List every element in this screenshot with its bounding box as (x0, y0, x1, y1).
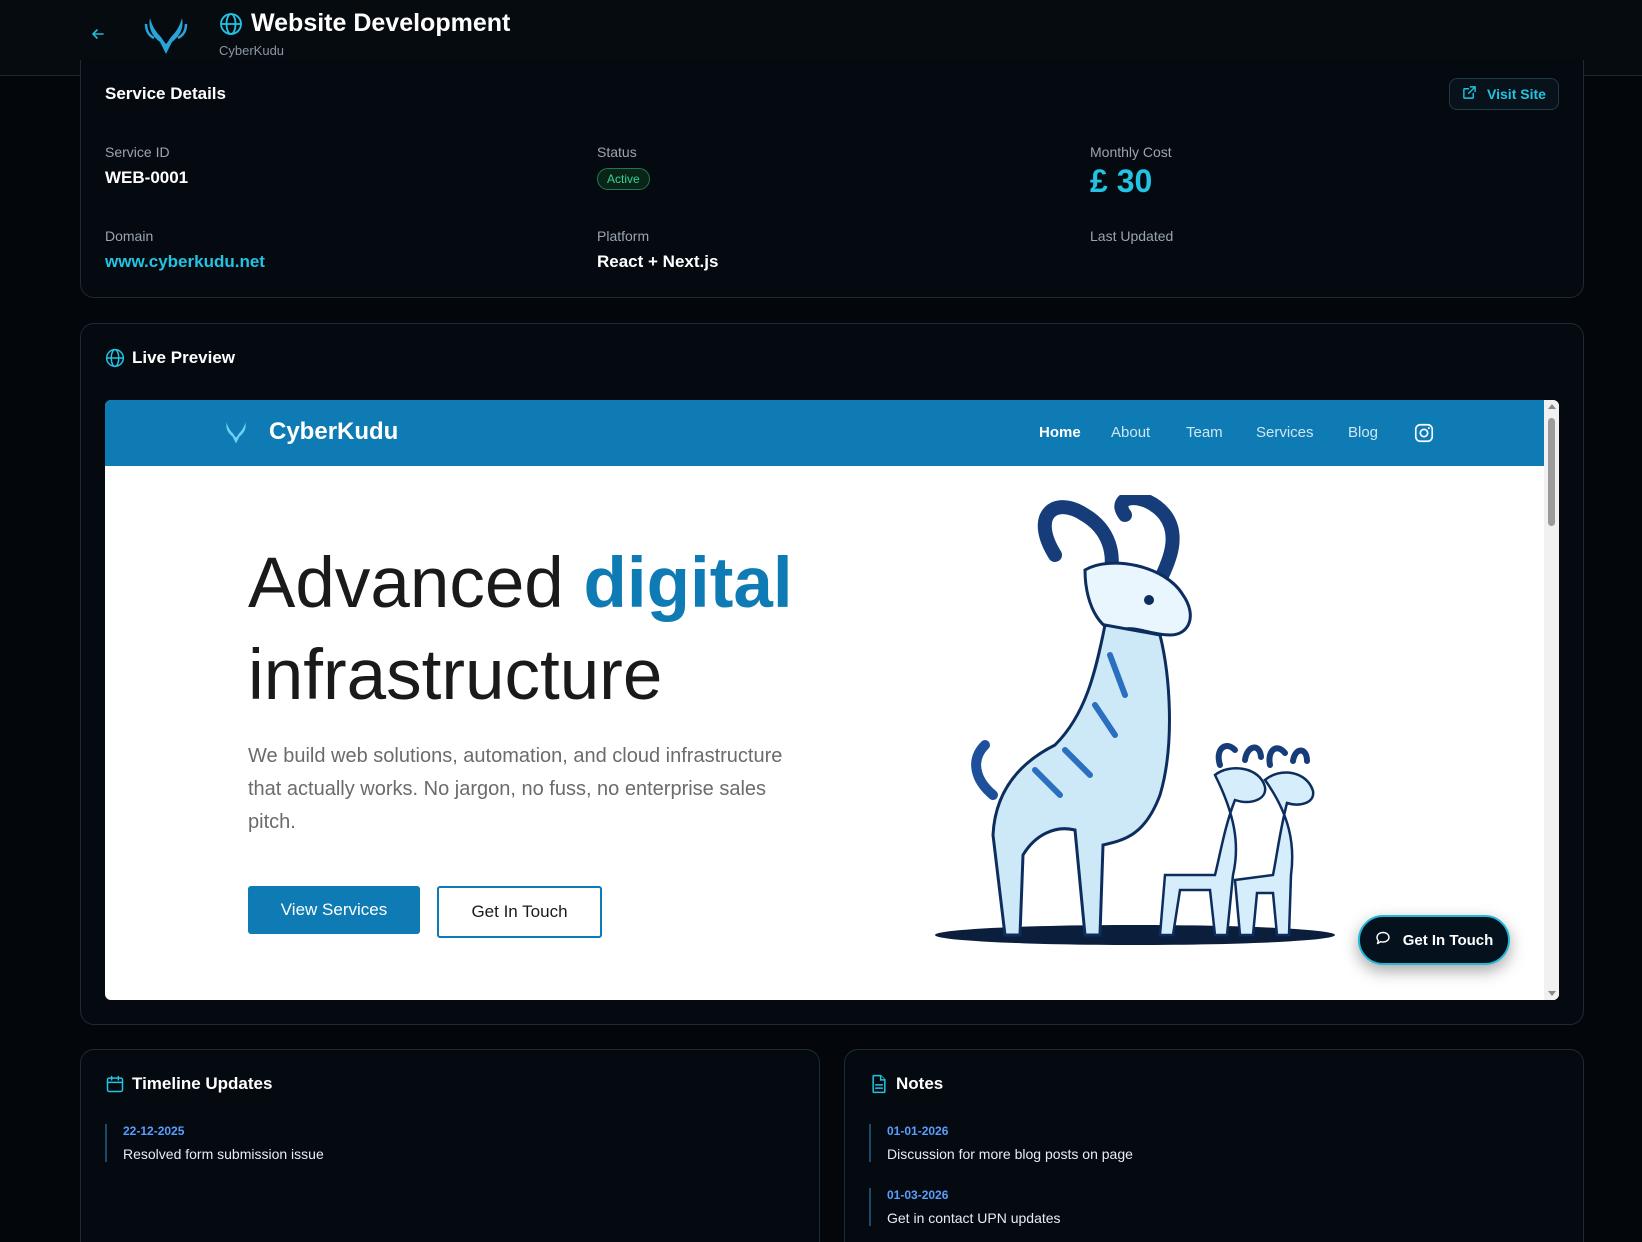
timeline-updates-title: Timeline Updates (132, 1074, 273, 1093)
service-id-value: WEB-0001 (105, 168, 189, 187)
chat-bubble-icon (1375, 930, 1391, 950)
note-entry: 01-03-2026 Get in contact UPN updates (869, 1188, 1061, 1226)
hero-title-accent: digital (583, 544, 793, 623)
hero-description: We build web solutions, automation, and … (248, 745, 783, 833)
visit-site-button[interactable]: Visit Site (1449, 78, 1559, 110)
note-entry-text: Get in contact UPN updates (887, 1210, 1061, 1226)
timeline-entry-text: Resolved form submission issue (123, 1146, 324, 1162)
service-details-title: Service Details (105, 84, 226, 103)
external-link-icon (1462, 85, 1477, 103)
note-entry-date: 01-03-2026 (887, 1188, 949, 1202)
page-title: Website Development (251, 9, 511, 37)
get-in-touch-button[interactable]: Get In Touch (437, 886, 602, 938)
visit-site-label: Visit Site (1487, 86, 1546, 102)
calendar-icon (105, 1074, 125, 1094)
floating-get-in-touch-label: Get In Touch (1402, 931, 1494, 949)
last-updated-label: Last Updated (1090, 228, 1174, 244)
scroll-up-arrow-icon[interactable] (1548, 404, 1556, 409)
website-preview-frame[interactable]: CyberKudu Home About Team Services Blog … (105, 400, 1559, 1000)
service-id-label: Service ID (105, 144, 170, 160)
kudu-illustration-icon (935, 491, 1355, 955)
preview-scrollbar[interactable] (1544, 400, 1559, 1000)
site-nav-team[interactable]: Team (1186, 424, 1223, 441)
site-nav-about[interactable]: About (1111, 424, 1150, 441)
live-preview-title: Live Preview (132, 348, 236, 367)
monthly-cost-label: Monthly Cost (1090, 144, 1172, 160)
site-nav-services[interactable]: Services (1256, 424, 1314, 441)
floating-get-in-touch-button[interactable]: Get In Touch (1358, 915, 1510, 965)
hero-title-end: infrastructure (248, 636, 663, 715)
timeline-entry: 22-12-2025 Resolved form submission issu… (105, 1124, 324, 1162)
site-nav-blog[interactable]: Blog (1348, 424, 1378, 441)
document-icon (869, 1074, 889, 1094)
status-badge: Active (597, 168, 650, 190)
hero-title-plain: Advanced (248, 544, 584, 623)
note-entry-text: Discussion for more blog posts on page (887, 1146, 1133, 1162)
note-entry: 01-01-2026 Discussion for more blog post… (869, 1124, 1133, 1162)
platform-value: React + Next.js (597, 252, 719, 271)
site-nav-home[interactable]: Home (1039, 424, 1081, 441)
instagram-icon[interactable] (1413, 422, 1435, 444)
kudu-logo-icon (142, 14, 190, 58)
view-services-button[interactable]: View Services (248, 886, 420, 934)
globe-icon (219, 12, 243, 36)
note-entry-date: 01-01-2026 (887, 1124, 949, 1138)
back-arrow-icon[interactable] (88, 24, 108, 44)
kudu-logo-icon (222, 420, 250, 446)
timeline-entry-date: 22-12-2025 (123, 1124, 185, 1138)
globe-icon (105, 348, 125, 368)
platform-label: Platform (597, 228, 650, 244)
scroll-down-arrow-icon[interactable] (1548, 991, 1556, 996)
page-subtitle: CyberKudu (219, 43, 285, 58)
site-navbar: CyberKudu Home About Team Services Blog (105, 400, 1544, 466)
status-label: Status (597, 144, 637, 160)
domain-label: Domain (105, 228, 154, 244)
scroll-thumb[interactable] (1548, 418, 1555, 526)
domain-link[interactable]: www.cyberkudu.net (105, 252, 265, 272)
monthly-cost-value: £ 30 (1090, 163, 1153, 199)
notes-title: Notes (896, 1074, 944, 1093)
hero-title: Advanced digital infrastructure (248, 538, 868, 722)
service-details-card (80, 60, 1584, 298)
site-name[interactable]: CyberKudu (269, 418, 398, 446)
